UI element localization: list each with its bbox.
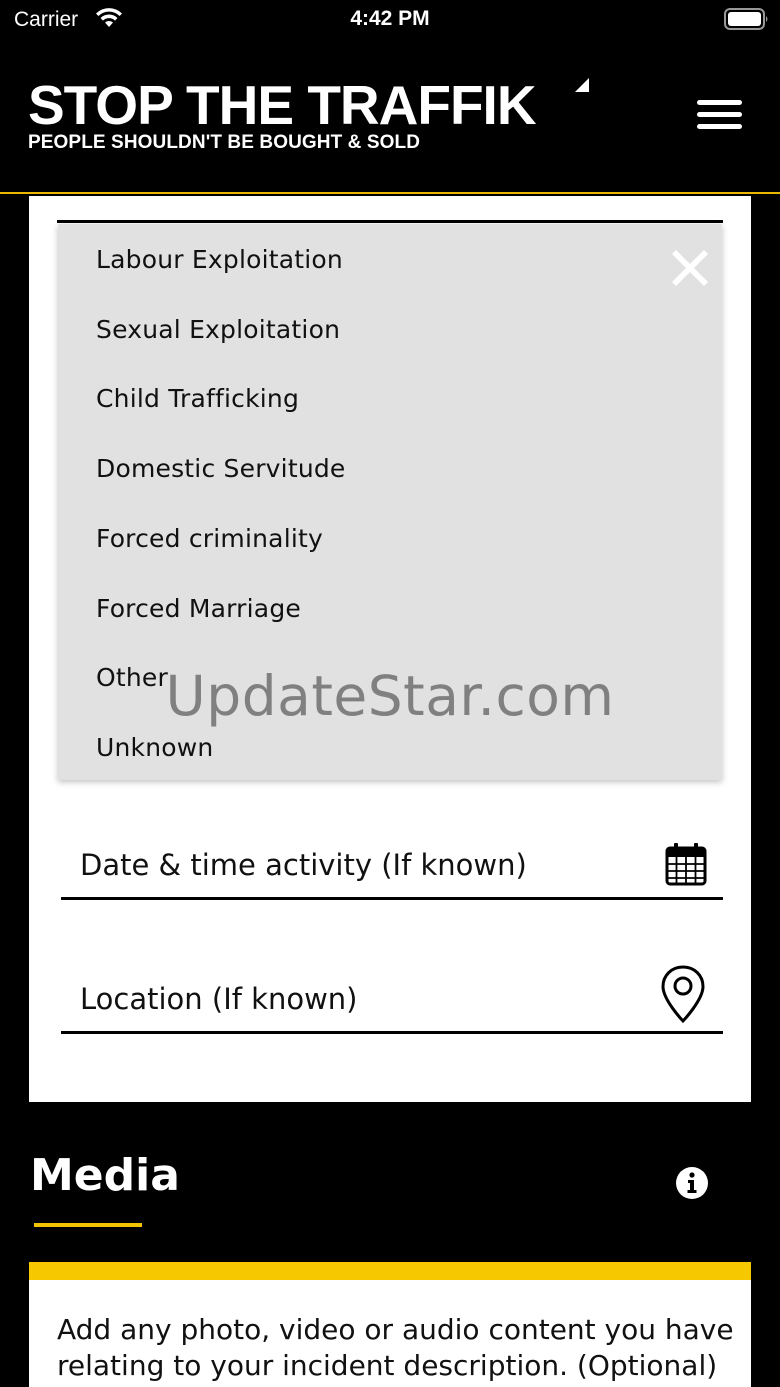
dropdown-option-labour[interactable]: Labour Exploitation xyxy=(96,245,343,274)
menu-icon[interactable] xyxy=(697,100,743,134)
dropdown-option-domestic[interactable]: Domestic Servitude xyxy=(96,454,346,483)
dropdown-option-criminality[interactable]: Forced criminality xyxy=(96,524,323,553)
incident-form-card: Labour Exploitation Sexual Exploitation … xyxy=(29,196,751,1102)
location-pin-icon[interactable] xyxy=(659,964,707,1024)
dropdown-option-sexual[interactable]: Sexual Exploitation xyxy=(96,315,340,344)
media-section-title: Media xyxy=(30,1150,180,1201)
dropdown-option-unknown[interactable]: Unknown xyxy=(96,733,213,762)
location-label: Location (If known) xyxy=(80,982,358,1016)
clock: 4:42 PM xyxy=(350,7,430,30)
media-card: Add any photo, video or audio content yo… xyxy=(29,1262,751,1387)
logo-corner-mark xyxy=(575,78,589,92)
status-bar: Carrier 4:42 PM xyxy=(0,0,780,40)
menu-bar xyxy=(697,112,742,117)
logo-title: STOP THE TRAFFIK xyxy=(28,74,537,136)
menu-bar xyxy=(697,124,742,129)
media-title-underline xyxy=(34,1223,142,1227)
info-icon[interactable] xyxy=(675,1166,709,1200)
menu-bar xyxy=(697,100,742,105)
watermark: UpdateStar.com xyxy=(165,664,615,728)
location-field[interactable]: Location (If known) xyxy=(61,964,723,1034)
type-field-underline xyxy=(57,220,723,223)
media-description: Add any photo, video or audio content yo… xyxy=(57,1313,734,1382)
date-time-label: Date & time activity (If known) xyxy=(80,848,527,882)
calendar-icon[interactable] xyxy=(665,842,707,886)
dropdown-option-child[interactable]: Child Trafficking xyxy=(96,384,299,413)
close-icon[interactable] xyxy=(668,246,712,290)
logo[interactable]: STOP THE TRAFFIK PEOPLE SHOULDN'T BE BOU… xyxy=(28,74,537,154)
dropdown-option-marriage[interactable]: Forced Marriage xyxy=(96,594,301,623)
date-time-field[interactable]: Date & time activity (If known) xyxy=(61,830,723,900)
app-header: STOP THE TRAFFIK PEOPLE SHOULDN'T BE BOU… xyxy=(0,40,780,194)
battery-icon xyxy=(724,8,768,30)
